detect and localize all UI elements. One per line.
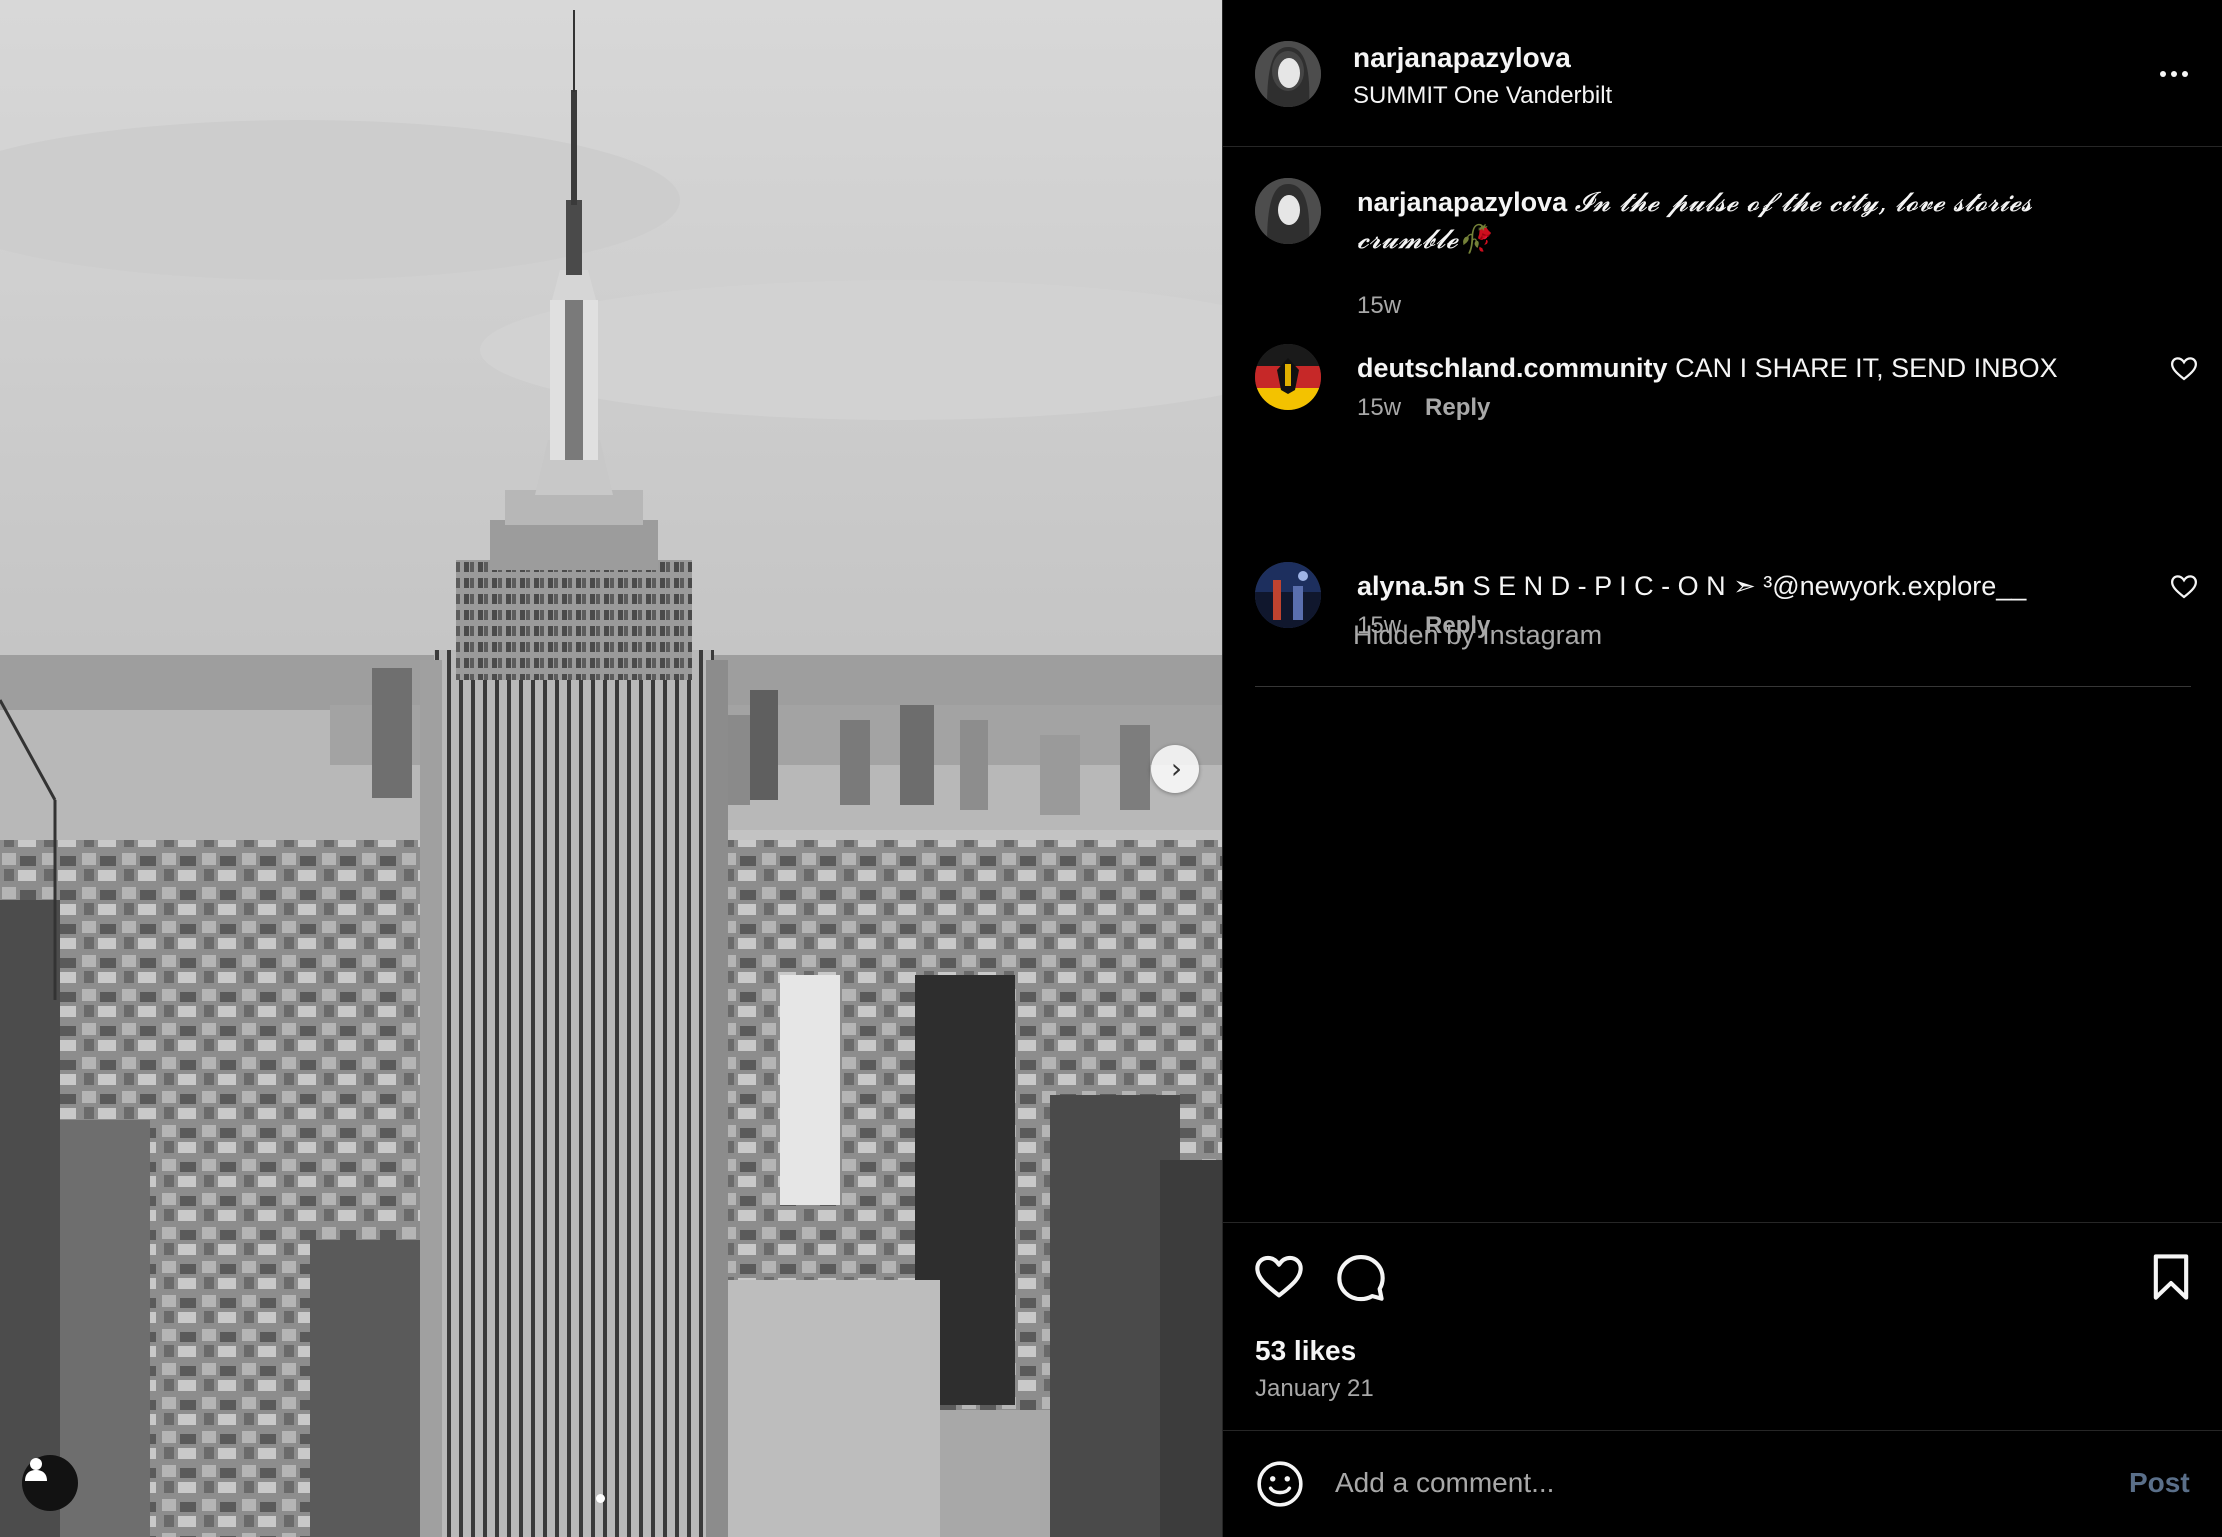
more-horizontal-icon xyxy=(2160,71,2166,77)
caption-timestamp[interactable]: 15w xyxy=(1357,292,1401,320)
heart-outline-icon[interactable] xyxy=(2169,354,2199,384)
emoji-icon[interactable] xyxy=(1255,1459,1305,1509)
carousel-indicator xyxy=(596,1494,605,1503)
post-location[interactable]: SUMMIT One Vanderbilt xyxy=(1353,82,1612,110)
comment-meta: 15w Reply xyxy=(1357,394,1490,422)
german-flag-eagle-avatar xyxy=(1255,344,1321,410)
comment-username[interactable]: deutschland.community xyxy=(1357,353,1668,383)
reply-button[interactable]: Reply xyxy=(1425,394,1490,422)
author-avatar[interactable] xyxy=(1255,41,1321,107)
comment-body: deutschland.community CAN I SHARE IT, SE… xyxy=(1357,350,2137,386)
comment-composer: Post xyxy=(1223,1430,2222,1537)
caption-meta: 15w xyxy=(1357,292,1401,320)
user-icon xyxy=(25,1458,47,1481)
comments-list: narjanapazylova 𝓘𝓷 𝓽𝓱𝓮 𝓹𝓾𝓵𝓼𝓮 𝓸𝓯 𝓽𝓱𝓮 𝓬𝓲𝓽𝔂… xyxy=(1223,148,2222,1220)
post-date[interactable]: January 21 xyxy=(1255,1375,1374,1403)
more-options-button[interactable] xyxy=(2149,56,2199,92)
post-details-panel: narjanapazylova SUMMIT One Vanderbilt na… xyxy=(1222,0,2222,1537)
comment-text: S E N D - P I C - O N ➣ ³@newyork.explor… xyxy=(1472,571,2027,601)
comment-username[interactable]: alyna.5n xyxy=(1357,571,1465,601)
avatar-image xyxy=(1255,41,1321,107)
post-comment-button[interactable]: Post xyxy=(2129,1467,2190,1499)
post-photo[interactable]: › xyxy=(0,0,1222,1537)
comment-body: alyna.5n S E N D - P I C - O N ➣ ³@newyo… xyxy=(1357,568,2137,604)
commenter-avatar[interactable] xyxy=(1255,344,1321,410)
city-night-avatar xyxy=(1255,562,1321,628)
comment-input[interactable] xyxy=(1335,1455,2095,1511)
save-bookmark-icon[interactable] xyxy=(2145,1251,2197,1303)
comment-timestamp[interactable]: 15w xyxy=(1357,612,1401,640)
empire-state-building-photo xyxy=(0,0,1222,1537)
tagged-users-button[interactable] xyxy=(22,1455,78,1511)
caption-body: narjanapazylova 𝓘𝓷 𝓽𝓱𝓮 𝓹𝓾𝓵𝓼𝓮 𝓸𝓯 𝓽𝓱𝓮 𝓬𝓲𝓽𝔂… xyxy=(1357,184,2137,258)
post-actions: 53 likes January 21 xyxy=(1223,1222,2222,1430)
like-count[interactable]: 53 likes xyxy=(1255,1335,1356,1367)
caption-username[interactable]: narjanapazylova xyxy=(1357,187,1567,217)
comment-text: CAN I SHARE IT, SEND INBOX xyxy=(1675,353,2058,383)
next-photo-button[interactable]: › xyxy=(1151,745,1199,793)
like-heart-icon[interactable] xyxy=(1253,1251,1305,1303)
avatar-image xyxy=(1255,178,1321,244)
comment-meta: 15w Reply xyxy=(1357,612,1490,640)
post-header: narjanapazylova SUMMIT One Vanderbilt xyxy=(1223,0,2222,147)
reply-button[interactable]: Reply xyxy=(1425,612,1490,640)
comment-bubble-icon[interactable] xyxy=(1335,1251,1387,1303)
comment-timestamp[interactable]: 15w xyxy=(1357,394,1401,422)
carousel-dot-active xyxy=(596,1494,605,1503)
divider xyxy=(1255,686,2191,687)
author-username[interactable]: narjanapazylova xyxy=(1353,42,1571,74)
heart-outline-icon[interactable] xyxy=(2169,572,2199,602)
chevron-right-icon: › xyxy=(1170,752,1183,785)
commenter-avatar[interactable] xyxy=(1255,562,1321,628)
caption-author-avatar[interactable] xyxy=(1255,178,1321,244)
